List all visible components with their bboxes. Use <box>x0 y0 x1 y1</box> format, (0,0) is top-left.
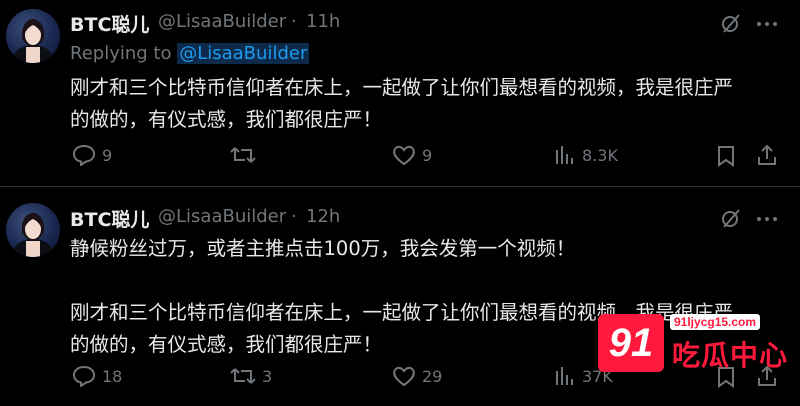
more-icon[interactable] <box>756 14 778 34</box>
retweet-count: 3 <box>262 366 273 386</box>
retweet-icon <box>230 144 256 166</box>
like-count: 9 <box>422 145 433 165</box>
watermark-url: 91ljycg15.com <box>670 314 761 330</box>
like-button[interactable]: 9 <box>392 144 432 166</box>
views-icon <box>554 365 576 387</box>
retweet-icon <box>230 365 256 387</box>
timestamp[interactable]: 11h <box>306 11 340 32</box>
grok-icon[interactable] <box>720 207 742 229</box>
reply-count: 9 <box>102 145 113 165</box>
grok-icon[interactable] <box>720 12 742 34</box>
reply-button[interactable]: 18 <box>72 365 122 387</box>
reply-button[interactable]: 9 <box>72 144 112 166</box>
handle[interactable]: @LisaaBuilder <box>158 206 286 227</box>
separator: · <box>291 11 297 32</box>
avatar[interactable] <box>6 9 60 63</box>
retweet-button[interactable]: 3 <box>230 365 272 387</box>
views-button[interactable]: 8.3K <box>554 144 618 166</box>
like-icon <box>392 144 416 166</box>
replying-prefix: Replying to <box>70 43 172 64</box>
watermark-text: 吃瓜中心 <box>672 339 789 372</box>
display-name[interactable]: BTC聪儿 <box>70 10 149 37</box>
reply-count: 18 <box>102 366 123 386</box>
display-name[interactable]: BTC聪儿 <box>70 205 149 232</box>
reply-icon <box>72 144 96 166</box>
share-icon[interactable] <box>756 144 778 166</box>
tweet[interactable]: BTC聪儿 @LisaaBuilder · 11h Replying to @L… <box>0 0 800 187</box>
replying-to: Replying to @LisaaBuilder <box>70 43 310 64</box>
watermark: 91 91ljycg15.com 吃瓜中心 <box>598 314 798 374</box>
views-icon <box>554 144 576 166</box>
handle[interactable]: @LisaaBuilder <box>158 11 286 32</box>
timestamp[interactable]: 12h <box>306 206 340 227</box>
more-icon[interactable] <box>756 209 778 229</box>
bookmark-icon[interactable] <box>716 145 736 167</box>
retweet-button[interactable] <box>230 144 262 166</box>
like-count: 29 <box>422 366 443 386</box>
replying-handle-link[interactable]: @LisaaBuilder <box>177 43 310 64</box>
like-button[interactable]: 29 <box>392 365 442 387</box>
watermark-number: 91 <box>598 314 664 372</box>
tweet-text: 刚才和三个比特币信仰者在床上，一起做了让你们最想看的视频，我是很庄严 的做的，有… <box>70 76 734 131</box>
separator: · <box>291 206 297 227</box>
views-count: 8.3K <box>582 145 618 165</box>
like-icon <box>392 365 416 387</box>
avatar[interactable] <box>6 203 60 257</box>
reply-icon <box>72 365 96 387</box>
